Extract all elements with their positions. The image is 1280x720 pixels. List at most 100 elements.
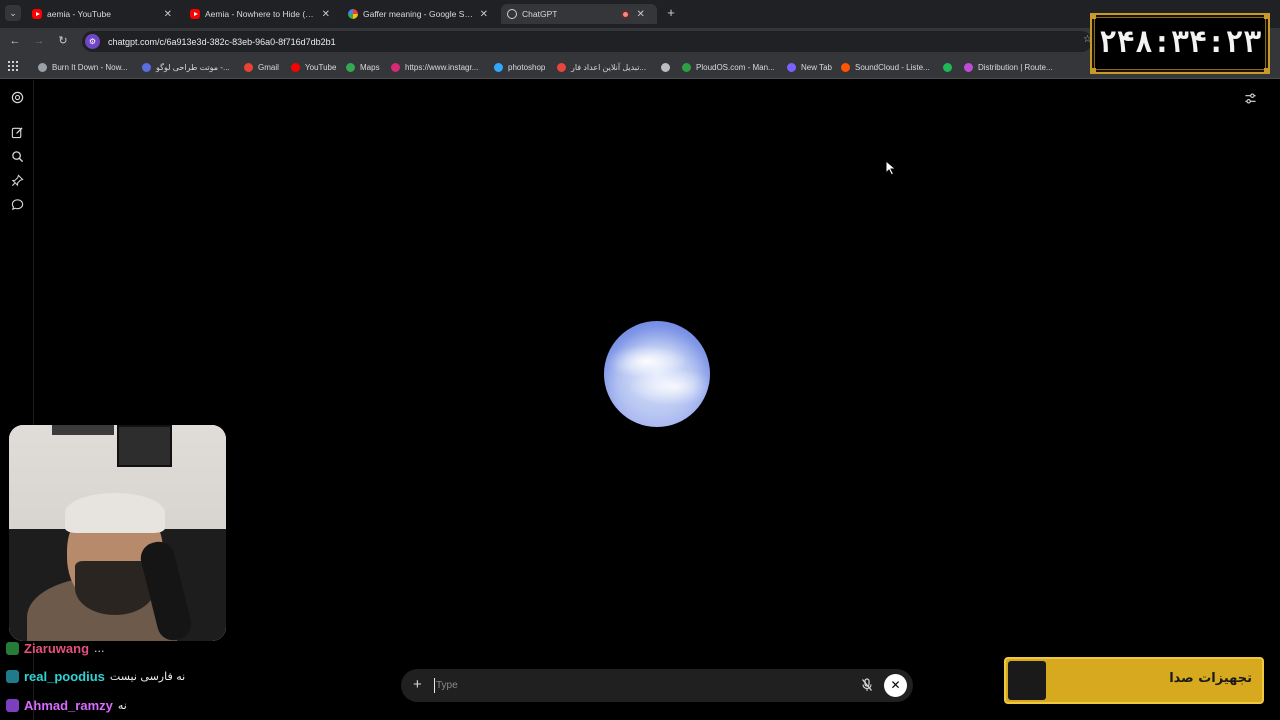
close-icon[interactable]: ✕ [636,9,644,20]
tab-label: Gaffer meaning - Google Searc [363,9,474,19]
stream-chat: Ziaruwang ... real_poodius نه فارسی نیست… [0,639,240,720]
chat-text: نه فارسی نیست [109,669,186,683]
bookmark-label: Gmail [258,62,279,72]
chat-message: real_poodius نه فارسی نیست [6,667,185,685]
bookmark-label: PloudOS.com - Man... [696,62,775,72]
chat-username: real_poodius [24,668,105,684]
chat-username: Ziaruwang [24,640,90,656]
bookmark-favicon-icon [964,62,973,72]
bookmark-item[interactable]: PloudOS.com - Man... [682,60,775,74]
tab-label: Aemia - Nowhere to Hide (Offi [205,9,316,19]
bookmark-label: https://www.instagr... [405,62,479,72]
bookmark-favicon-icon [291,62,300,72]
chat-message: Ahmad_ramzy نه [6,696,127,714]
forward-button[interactable]: → [32,34,46,48]
bookmark-label: YouTube [305,62,337,72]
recording-icon [621,9,631,19]
bookmark-favicon-icon [943,62,952,72]
chat-badge-icon [6,641,19,655]
bookmarks-bar: Burn It Down - Now... موتت طراحی لوگو -..… [0,55,1280,79]
chat-message: Ziaruwang ... [6,639,105,657]
apps-grid-icon[interactable] [8,61,18,71]
bookmark-favicon-icon [557,62,566,72]
chatgpt-logo-icon[interactable] [11,91,24,104]
chat-bubble-icon[interactable] [11,198,24,211]
stream-timer: ۲۴۸:۳۴:۲۳ [1090,13,1270,74]
bookmark-label: New Tab [801,62,832,72]
bookmark-item[interactable]: Gmail [244,60,279,74]
bookmark-favicon-icon [346,62,355,72]
tab-chatgpt[interactable]: ChatGPT ✕ [501,4,657,24]
new-chat-icon[interactable] [11,126,24,139]
message-input[interactable] [434,678,834,693]
bookmark-favicon-icon [38,62,47,72]
bookmark-favicon-icon [142,62,151,72]
chat-badge-icon [6,669,19,683]
bookmark-label: موتت طراحی لوگو -... [156,62,230,72]
chatgpt-icon [507,9,517,19]
bookmark-label: photoshop [508,62,546,72]
tab-search-button[interactable]: ⌄ [5,5,21,21]
chat-badge-icon [6,698,19,712]
close-icon[interactable]: ✕ [164,9,172,20]
bookmark-item[interactable]: Distribution | Route... [964,60,1053,74]
banner-text: تجهیزات صدا [1169,671,1252,686]
tab-aemia-youtube[interactable]: aemia - YouTube ✕ [26,4,178,24]
bookmark-label: SoundCloud - Liste... [855,62,930,72]
browser-tab-bar: ⌄ aemia - YouTube ✕ Aemia - Nowhere to H… [0,0,1280,28]
close-icon[interactable]: ✕ [480,9,488,20]
webcam-feed [9,425,226,641]
end-voice-button[interactable]: ✕ [884,674,907,697]
chat-username: Ahmad_ramzy [24,697,113,713]
chat-text: نه [117,698,127,712]
google-icon [348,9,358,19]
chat-text: ... [94,641,105,655]
address-bar[interactable]: ⚙ chatgpt.com/c/6a913e3d-382c-83eb-96a0-… [82,31,1092,52]
new-tab-button[interactable]: + [664,5,678,21]
bookmark-item[interactable]: Maps [346,60,380,74]
sound-equipment-banner: تجهیزات صدا [1004,657,1264,704]
bookmark-favicon-icon [244,62,253,72]
bookmark-favicon-icon [787,62,796,72]
bookmark-label: تبدیل آنلاین اعداد فار... [571,62,647,72]
bookmark-item[interactable] [661,60,675,74]
bookmark-favicon-icon [494,62,503,72]
bookmark-favicon-icon [661,62,670,72]
add-attachment-button[interactable]: + [413,677,422,693]
voice-mode-orb [604,321,710,427]
timer-text: ۲۴۸:۳۴:۲۳ [1098,25,1262,60]
pin-icon[interactable] [11,174,24,187]
bookmark-favicon-icon [682,62,691,72]
voice-composer: + ✕ [401,669,913,702]
search-icon[interactable] [11,150,24,163]
youtube-icon [190,9,200,19]
mic-muted-icon[interactable] [861,678,873,692]
bookmark-item[interactable]: YouTube [291,60,336,74]
tab-label: ChatGPT [522,9,558,19]
voice-settings-icon[interactable] [1244,92,1257,105]
close-icon[interactable]: ✕ [322,9,330,20]
browser-toolbar: ← → ↻ ⚙ chatgpt.com/c/6a913e3d-382c-83eb… [0,28,1280,55]
bookmark-item[interactable]: تبدیل آنلاین اعداد فار... [557,60,646,74]
bookmark-item[interactable]: photoshop [494,60,545,74]
reload-button[interactable]: ↻ [56,34,70,48]
bookmark-label: Burn It Down - Now... [52,62,128,72]
bookmark-favicon-icon [391,62,400,72]
url-text[interactable]: chatgpt.com/c/6a913e3d-382c-83eb-96a0-8f… [108,37,336,47]
tab-gaffer-search[interactable]: Gaffer meaning - Google Searc ✕ [342,4,494,24]
tab-aemia-nowhere[interactable]: Aemia - Nowhere to Hide (Offi ✕ [184,4,336,24]
bookmark-item[interactable]: New Tab [787,60,832,74]
youtube-icon [32,9,42,19]
bookmark-item[interactable]: Burn It Down - Now... [38,60,128,74]
tab-label: aemia - YouTube [47,9,111,19]
site-info-icon[interactable]: ⚙ [85,34,100,49]
mouse-cursor-icon [885,160,897,176]
bookmark-favicon-icon [841,62,850,72]
back-button[interactable]: ← [8,34,22,48]
bookmark-label: Maps [360,62,380,72]
bookmark-item[interactable]: موتت طراحی لوگو -... [142,60,230,74]
bookmark-item[interactable]: SoundCloud - Liste... [841,60,930,74]
bookmark-item[interactable] [943,60,957,74]
bookmark-label: Distribution | Route... [978,62,1053,72]
bookmark-item[interactable]: https://www.instagr... [391,60,478,74]
